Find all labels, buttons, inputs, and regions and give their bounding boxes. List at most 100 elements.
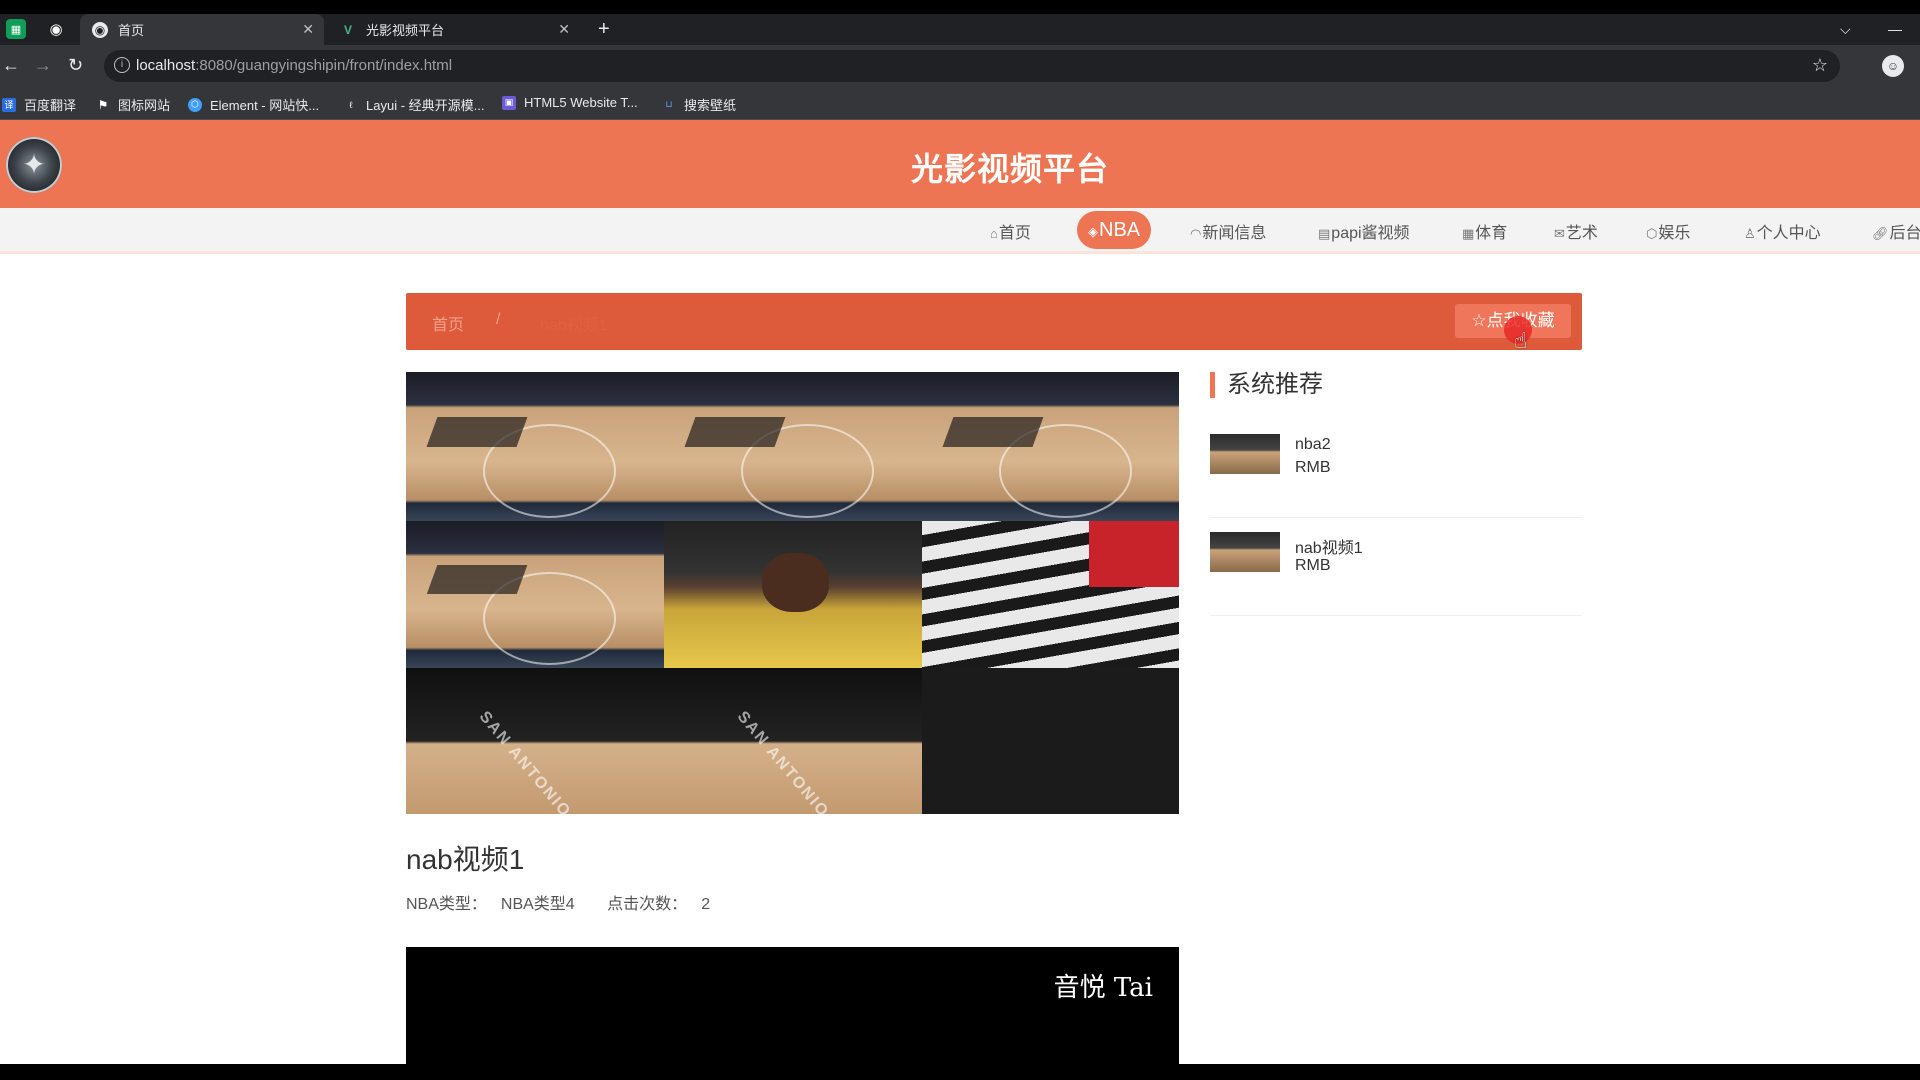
baidu-translate-icon: 译 [2, 97, 16, 112]
link-icon: 🔗︎ [1872, 226, 1889, 241]
grid-icon: ▦ [1462, 226, 1475, 241]
reload-icon[interactable]: ↻ [68, 55, 83, 76]
browser-tab-bar: ▦ ◉ ◉ 首页 ✕ V 光影视频平台 ✕ [0, 14, 1920, 45]
bookmark-item[interactable]: 译百度翻译 [2, 95, 76, 114]
layui-icon: ℓ [349, 99, 353, 110]
bookmark-item[interactable]: ⊔ 搜索壁纸 [662, 95, 736, 114]
nav-label: 个人中心 [1756, 225, 1821, 242]
video-watermark: 音悦 Tai [1053, 973, 1153, 1003]
nav-item-papi[interactable]: ▤papi酱视频 [1318, 219, 1410, 243]
cover-frame [664, 521, 922, 668]
nav-label: 首页 [998, 225, 1031, 242]
url-text[interactable]: localhost:8080/guangyingshipin/front/ind… [136, 57, 452, 74]
film-icon: ▤ [1318, 226, 1331, 241]
pinned-tab-sheets-icon[interactable]: ▦ [6, 19, 26, 39]
type-label: NBA类型： NBA类型4 [406, 896, 589, 913]
recommend-item[interactable]: nab视频1 RMB [1210, 532, 1582, 616]
top-black-strip [0, 0, 1920, 14]
bottom-black-strip [0, 1064, 1920, 1080]
cover-frame [664, 668, 922, 814]
clicks-value: 2 [701, 896, 711, 913]
address-bar[interactable]: i localhost:8080/guangyingshipin/front/i… [104, 50, 1840, 82]
bookmark-label: 图标网站 [118, 98, 171, 113]
clicks: 点击次数： 2 [607, 896, 724, 913]
clicks-label: 点击次数： [607, 896, 688, 913]
nav-item-sports[interactable]: ▦体育 [1462, 219, 1507, 243]
cover-frame [922, 668, 1179, 814]
video-player[interactable]: 音悦 Tai [406, 947, 1179, 1064]
globe-icon: ◉ [92, 21, 108, 38]
tab-search-chevron-icon[interactable]: ⌵ [1840, 14, 1851, 45]
breadcrumb-current: nab视频1 [540, 317, 608, 334]
nav-item-profile[interactable]: ♙个人中心 [1744, 219, 1821, 243]
nav-label: papi酱视频 [1331, 225, 1410, 242]
minimize-button[interactable]: — [1888, 14, 1902, 45]
new-tab-button[interactable]: + [598, 14, 610, 45]
site-header: 光影视频平台 [0, 120, 1920, 208]
web-page: 光影视频平台 ⌂首页 ◈NBA ◠新闻信息 ▤papi酱视频 ▦体育 ✉艺术 ⬡… [0, 120, 1920, 1064]
info-icon[interactable]: i [114, 57, 130, 73]
cover-frame [922, 521, 1179, 668]
profile-avatar-icon[interactable]: ☺ [1882, 55, 1904, 77]
back-arrow-icon[interactable]: ← [2, 55, 20, 76]
breadcrumb-home[interactable]: 首页 [432, 311, 464, 335]
main-nav: ⌂首页 ◈NBA ◠新闻信息 ▤papi酱视频 ▦体育 ✉艺术 ⬡娱乐 ♙个人中… [0, 208, 1920, 254]
recommend-price: RMB [1295, 459, 1331, 476]
star-icon: ☆ [1471, 311, 1487, 330]
breadcrumb-separator: / [496, 311, 501, 328]
forward-arrow-icon[interactable]: → [34, 55, 52, 76]
bookmark-label: Layui - 经典开源模... [366, 98, 485, 113]
nav-label: 娱乐 [1658, 225, 1691, 242]
recommend-thumbnail[interactable] [1210, 434, 1280, 474]
recommend-price: RMB [1295, 557, 1331, 574]
html5-template-icon: ▣ [502, 95, 516, 110]
wallpaper-icon: ⊔ [665, 99, 673, 109]
bookmark-item[interactable]: ⚑ 图标网站 [96, 95, 170, 114]
nav-label: 新闻信息 [1202, 225, 1267, 242]
nav-label: NBA [1099, 219, 1141, 241]
breadcrumb: 首页 / nab视频1 ☆点我收藏 [406, 293, 1582, 350]
home-icon: ⌂ [990, 226, 998, 241]
nav-item-news[interactable]: ◠新闻信息 [1190, 219, 1266, 243]
bookmark-item[interactable]: ⬡ Element - 网站快... [188, 95, 319, 114]
shield-icon: ⬡ [1646, 226, 1658, 241]
cover-frame [406, 521, 664, 668]
close-icon[interactable]: ✕ [302, 21, 314, 38]
nav-item-art[interactable]: ✉艺术 [1554, 219, 1598, 243]
bookmark-item[interactable]: ℓ Layui - 经典开源模... [344, 95, 485, 114]
site-title: 光影视频平台 [910, 151, 1109, 187]
nav-item-home[interactable]: ⌂首页 [990, 219, 1031, 243]
vue-icon: V [343, 22, 352, 37]
tab-platform[interactable]: V 光影视频平台 ✕ [328, 14, 580, 45]
nav-item-entertainment[interactable]: ⬡娱乐 [1646, 219, 1690, 243]
recommend-heading: 系统推荐 [1210, 372, 1323, 398]
cube-icon: ◈ [1088, 224, 1098, 239]
url-host: localhost [136, 57, 196, 74]
nav-label: 艺术 [1565, 225, 1598, 242]
pinned-tab-globe-icon[interactable]: ◉ [46, 19, 66, 39]
nav-label: 后台 [1889, 225, 1920, 242]
bookmark-label: HTML5 Website T... [524, 95, 638, 110]
flag-icon: ⚑ [97, 97, 109, 112]
recommend-thumbnail[interactable] [1210, 532, 1280, 572]
tab-home[interactable]: ◉ 首页 ✕ [80, 14, 324, 45]
type-value: NBA类型4 [500, 896, 575, 913]
nav-item-admin[interactable]: 🔗︎后台 [1872, 219, 1920, 243]
bookmark-item[interactable]: ▣ HTML5 Website T... [502, 95, 638, 110]
close-icon[interactable]: ✕ [558, 21, 570, 38]
user-icon: ♙ [1744, 226, 1756, 241]
cover-frame [406, 372, 664, 521]
element-icon: ⬡ [188, 97, 202, 112]
cover-frame [406, 668, 664, 814]
bookmark-label: 百度翻译 [24, 98, 77, 113]
bookmark-label: Element - 网站快... [210, 98, 320, 113]
recommend-title[interactable]: nab视频1 [1295, 534, 1363, 558]
type-label-text: NBA类型： [406, 896, 487, 913]
dashboard-icon: ◠ [1190, 226, 1202, 241]
video-cover-image[interactable] [406, 372, 1179, 814]
recommend-title[interactable]: nba2 [1295, 436, 1331, 454]
cover-frame [922, 372, 1179, 521]
recommend-item[interactable]: nba2 RMB [1210, 434, 1582, 518]
nav-item-nba[interactable]: ◈NBA [1077, 211, 1152, 249]
bookmark-star-icon[interactable]: ☆ [1812, 55, 1828, 76]
